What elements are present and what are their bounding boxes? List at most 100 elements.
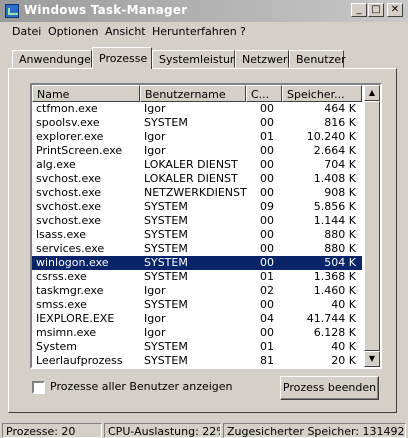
- process-name: msimn.exe: [36, 326, 97, 339]
- table-row[interactable]: smss.exe SYSTEM 00 40 K: [32, 298, 362, 312]
- column-username[interactable]: Benutzername: [140, 85, 246, 102]
- process-name: lsass.exe: [36, 228, 86, 241]
- table-row[interactable]: csrss.exe SYSTEM 01 1.368 K: [32, 270, 362, 284]
- process-user: Igor: [144, 102, 166, 115]
- process-memory: 1.460 K: [313, 284, 356, 297]
- table-row[interactable]: services.exe SYSTEM 00 880 K: [32, 242, 362, 256]
- process-memory: 504 K: [324, 256, 356, 269]
- process-cpu: 00: [260, 298, 274, 311]
- process-cpu: 00: [260, 242, 274, 255]
- scroll-up-arrow-icon[interactable]: ▲: [364, 85, 380, 101]
- table-row[interactable]: System SYSTEM 01 40 K: [32, 340, 362, 354]
- process-name: System: [36, 340, 78, 353]
- task-manager-icon: [5, 4, 19, 18]
- table-row[interactable]: IEXPLORE.EXE Igor 04 41.744 K: [32, 312, 362, 326]
- table-row[interactable]: svchost.exe SYSTEM 00 1.144 K: [32, 214, 362, 228]
- minimize-button[interactable]: _: [351, 3, 367, 17]
- process-memory: 5.856 K: [313, 200, 356, 213]
- process-memory: 464 K: [324, 102, 356, 115]
- process-memory: 880 K: [324, 228, 356, 241]
- table-row[interactable]: PrintScreen.exe Igor 00 2.664 K: [32, 144, 362, 158]
- process-memory: 1.408 K: [313, 172, 356, 185]
- process-cpu: 00: [260, 102, 274, 115]
- maximize-button[interactable]: □: [368, 3, 384, 17]
- table-row[interactable]: alg.exe LOKALER DIENST 00 704 K: [32, 158, 362, 172]
- process-name: explorer.exe: [36, 130, 104, 143]
- process-memory: 10.240 K: [306, 130, 356, 143]
- table-row[interactable]: taskmgr.exe Igor 02 1.460 K: [32, 284, 362, 298]
- column-cpu[interactable]: C...: [246, 85, 282, 102]
- process-user: SYSTEM: [144, 116, 188, 129]
- show-all-users-checkbox[interactable]: [32, 381, 45, 394]
- table-row[interactable]: svchost.exe LOKALER DIENST 00 1.408 K: [32, 172, 362, 186]
- table-row[interactable]: svchost.exe NETZWERKDIENST 00 908 K: [32, 186, 362, 200]
- process-memory: 41.744 K: [306, 312, 356, 325]
- column-memory[interactable]: Speicher...: [282, 85, 362, 102]
- process-cpu: 00: [260, 172, 274, 185]
- process-cpu: 01: [260, 340, 274, 353]
- tab-benutzer[interactable]: Benutzer: [289, 50, 346, 68]
- process-cpu: 02: [260, 284, 274, 297]
- table-row[interactable]: explorer.exe Igor 01 10.240 K: [32, 130, 362, 144]
- process-user: Igor: [144, 326, 166, 339]
- process-cpu: 04: [260, 312, 274, 325]
- process-list[interactable]: Name Benutzername C... Speicher... ctfmo…: [30, 83, 382, 369]
- process-user: SYSTEM: [144, 242, 188, 255]
- process-cpu: 00: [260, 144, 274, 157]
- process-name: winlogon.exe: [36, 256, 109, 269]
- menu-ansicht[interactable]: Ansicht: [105, 25, 146, 38]
- process-memory: 6.128 K: [313, 326, 356, 339]
- status-process-count: Prozesse: 20: [2, 423, 102, 438]
- list-header: Name Benutzername C... Speicher...: [32, 85, 362, 102]
- column-name[interactable]: Name: [32, 85, 140, 102]
- table-row[interactable]: lsass.exe SYSTEM 00 880 K: [32, 228, 362, 242]
- menu-help[interactable]: ?: [240, 25, 246, 38]
- vertical-scrollbar[interactable]: ▲ ▼: [364, 85, 380, 367]
- process-user: Igor: [144, 312, 166, 325]
- process-cpu: 00: [260, 228, 274, 241]
- scroll-down-arrow-icon[interactable]: ▼: [364, 351, 380, 367]
- table-row[interactable]: winlogon.exe SYSTEM 00 504 K: [32, 256, 362, 270]
- close-button[interactable]: ✕: [387, 3, 403, 17]
- process-user: Igor: [144, 130, 166, 143]
- table-row[interactable]: ctfmon.exe Igor 00 464 K: [32, 102, 362, 116]
- status-bar: Prozesse: 20 CPU-Auslastung: 22% Zugesic…: [0, 421, 408, 438]
- process-rows: ctfmon.exe Igor 00 464 K spoolsv.exe SYSTEM 00…: [32, 102, 362, 368]
- tab-anwendungen[interactable]: Anwendungen: [12, 50, 98, 68]
- process-user: Igor: [144, 144, 166, 157]
- process-name: svchost.exe: [36, 200, 102, 213]
- table-row[interactable]: spoolsv.exe SYSTEM 00 816 K: [32, 116, 362, 130]
- process-memory: 1.368 K: [313, 270, 356, 283]
- menu-optionen[interactable]: Optionen: [48, 25, 98, 38]
- process-name: svchost.exe: [36, 186, 102, 199]
- process-name: smss.exe: [36, 298, 87, 311]
- process-cpu: 00: [260, 256, 274, 269]
- tab-systemleistung[interactable]: Systemleistung: [152, 50, 244, 68]
- process-user: LOKALER DIENST: [144, 172, 238, 185]
- process-memory: 816 K: [324, 116, 356, 129]
- process-user: SYSTEM: [144, 256, 188, 269]
- process-user: SYSTEM: [144, 340, 188, 353]
- process-cpu: 00: [260, 326, 274, 339]
- scroll-thumb[interactable]: [364, 101, 380, 351]
- title-bar[interactable]: Windows Task-Manager _ □ ✕: [0, 0, 408, 22]
- process-memory: 704 K: [324, 158, 356, 171]
- menu-herunterfahren[interactable]: Herunterfahren: [152, 25, 237, 38]
- menu-datei[interactable]: Datei: [12, 25, 41, 38]
- process-name: Leerlaufprozess: [36, 354, 123, 367]
- process-memory: 20 K: [331, 354, 356, 367]
- table-row[interactable]: Leerlaufprozess SYSTEM 81 20 K: [32, 354, 362, 368]
- end-process-button[interactable]: Prozess beenden: [280, 376, 379, 400]
- show-all-users-label[interactable]: Prozesse aller Benutzer anzeigen: [50, 380, 233, 393]
- process-memory: 880 K: [324, 242, 356, 255]
- process-name: taskmgr.exe: [36, 284, 104, 297]
- process-name: svchost.exe: [36, 172, 102, 185]
- process-name: csrss.exe: [36, 270, 87, 283]
- tab-prozesse[interactable]: Prozesse: [92, 47, 152, 69]
- table-row[interactable]: svchost.exe SYSTEM 09 5.856 K: [32, 200, 362, 214]
- process-user: SYSTEM: [144, 228, 188, 241]
- process-memory: 1.144 K: [313, 214, 356, 227]
- process-user: SYSTEM: [144, 354, 188, 367]
- table-row[interactable]: msimn.exe Igor 00 6.128 K: [32, 326, 362, 340]
- tab-netzwerk[interactable]: Netzwerk: [235, 50, 294, 68]
